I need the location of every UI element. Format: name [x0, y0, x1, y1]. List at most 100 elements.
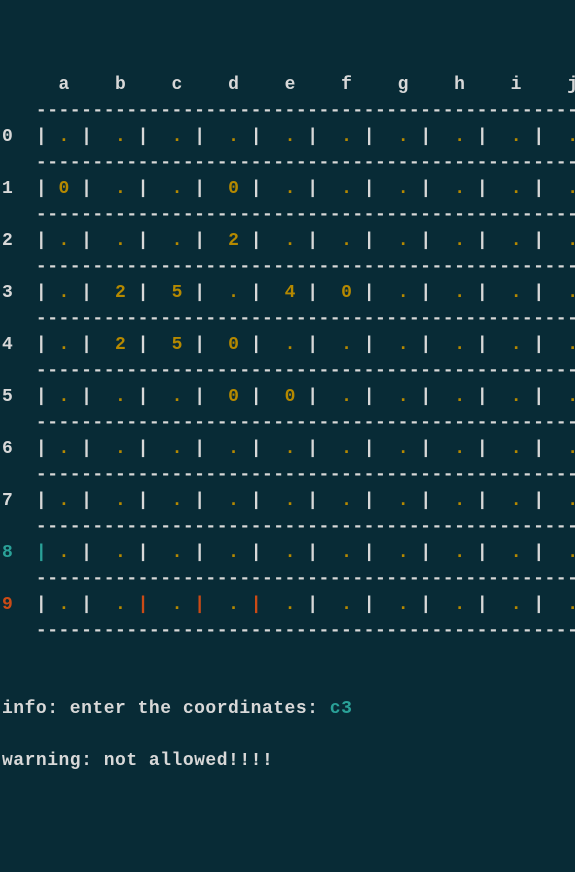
grid-divider: ----------------------------------------…: [2, 570, 573, 596]
grid-cell-d5: 0: [217, 387, 251, 407]
grid-pipe: |: [251, 491, 262, 511]
grid-pipe: |: [477, 335, 488, 355]
grid-pipe: |: [307, 283, 318, 303]
grid-cell-d1: 0: [217, 179, 251, 199]
grid-pipe: |: [81, 335, 92, 355]
grid-pipe: |: [194, 387, 205, 407]
grid-cell-j3: .: [556, 283, 575, 303]
grid-pipe: |: [251, 595, 262, 615]
grid-cell-b5: .: [104, 387, 138, 407]
grid-cell-i2: .: [499, 231, 533, 251]
grid-cell-b3: 2: [104, 283, 138, 303]
grid-pipe: |: [81, 231, 92, 251]
grid-pipe: |: [477, 231, 488, 251]
grid-cell-d2: 2: [217, 231, 251, 251]
dash-segment: ----------------------------------------…: [36, 517, 575, 537]
grid-cell-g2: .: [386, 231, 420, 251]
grid-cell-f0: .: [330, 127, 364, 147]
grid-cell-a7: .: [47, 491, 81, 511]
blank-line: [2, 648, 573, 674]
grid-cell-i1: .: [499, 179, 533, 199]
grid-pipe: |: [138, 439, 149, 459]
grid-cell-c2: .: [160, 231, 194, 251]
grid-pipe: |: [420, 439, 431, 459]
grid-cell-i5: .: [499, 387, 533, 407]
grid-pipe: |: [533, 387, 544, 407]
row-label-3: 3: [2, 283, 36, 303]
dash-segment: ----------------------------------------…: [36, 465, 575, 485]
grid-cell-g9: .: [386, 595, 420, 615]
grid-cell-e2: .: [273, 231, 307, 251]
grid-pipe: |: [138, 543, 149, 563]
grid-cell-g3: .: [386, 283, 420, 303]
row-label-0: 0: [2, 127, 36, 147]
grid-pipe: |: [251, 283, 262, 303]
grid-cell-i4: .: [499, 335, 533, 355]
grid-pipe: |: [36, 543, 47, 563]
grid-cell-h5: .: [443, 387, 477, 407]
row-label-2: 2: [2, 231, 36, 251]
grid-divider: ----------------------------------------…: [2, 622, 573, 648]
grid-pipe: |: [194, 595, 205, 615]
grid-cell-h4: .: [443, 335, 477, 355]
grid-pipe: |: [420, 231, 431, 251]
grid-cell-d3: .: [217, 283, 251, 303]
grid-pipe: |: [251, 387, 262, 407]
grid-pipe: |: [194, 439, 205, 459]
grid-pipe: |: [364, 231, 375, 251]
grid-pipe: |: [81, 543, 92, 563]
dash-segment: ----------------------------------------…: [36, 257, 575, 277]
grid-cell-e9: .: [273, 595, 307, 615]
grid-cell-f2: .: [330, 231, 364, 251]
grid-cell-j0: .: [556, 127, 575, 147]
grid-pipe: |: [477, 491, 488, 511]
grid-cell-e1: .: [273, 179, 307, 199]
grid-pipe: |: [81, 179, 92, 199]
grid-pipe: |: [420, 179, 431, 199]
grid-pipe: |: [251, 127, 262, 147]
grid-divider: ----------------------------------------…: [2, 466, 573, 492]
grid-cell-f9: .: [330, 595, 364, 615]
grid-pipe: |: [420, 127, 431, 147]
grid-cell-b9: .: [104, 595, 138, 615]
grid-cell-a5: .: [47, 387, 81, 407]
grid-cell-e4: .: [273, 335, 307, 355]
grid-cell-c6: .: [160, 439, 194, 459]
grid-pipe: |: [81, 491, 92, 511]
grid-cell-h3: .: [443, 283, 477, 303]
grid-pipe: |: [36, 335, 47, 355]
column-header-f: f: [330, 75, 387, 95]
grid-divider: ----------------------------------------…: [2, 206, 573, 232]
grid-pipe: |: [81, 439, 92, 459]
grid-row-8: 8 | . | . | . | . | . | . | . | . | . | …: [2, 544, 573, 570]
grid-pipe: |: [420, 595, 431, 615]
grid-pipe: |: [251, 543, 262, 563]
grid-row-6: 6 | . | . | . | . | . | . | . | . | . | …: [2, 440, 573, 466]
grid-pipe: |: [307, 387, 318, 407]
grid-pipe: |: [251, 179, 262, 199]
dash-segment: ----------------------------------------…: [36, 309, 575, 329]
grid-row-1: 1 | 0 | . | . | 0 | . | . | . | . | . | …: [2, 180, 573, 206]
grid-pipe: |: [533, 595, 544, 615]
grid-cell-g1: .: [386, 179, 420, 199]
dash-segment: ----------------------------------------…: [36, 153, 575, 173]
grid-cell-f4: .: [330, 335, 364, 355]
column-header-h: h: [443, 75, 500, 95]
grid-pipe: |: [194, 335, 205, 355]
grid-cell-i0: .: [499, 127, 533, 147]
grid-pipe: |: [81, 283, 92, 303]
dash-segment: ----------------------------------------…: [36, 569, 575, 589]
column-header-g: g: [386, 75, 443, 95]
grid-pipe: |: [533, 283, 544, 303]
dash-segment: ----------------------------------------…: [36, 361, 575, 381]
coordinate-input-echo[interactable]: c3: [330, 699, 353, 719]
grid-pipe: |: [36, 231, 47, 251]
grid-cell-e5: 0: [273, 387, 307, 407]
grid-cell-a2: .: [47, 231, 81, 251]
grid-cell-b7: .: [104, 491, 138, 511]
grid-cell-i6: .: [499, 439, 533, 459]
grid-pipe: |: [194, 543, 205, 563]
grid-cell-f1: .: [330, 179, 364, 199]
warning-message: warning: not allowed!!!!: [2, 751, 273, 771]
grid-cell-g5: .: [386, 387, 420, 407]
